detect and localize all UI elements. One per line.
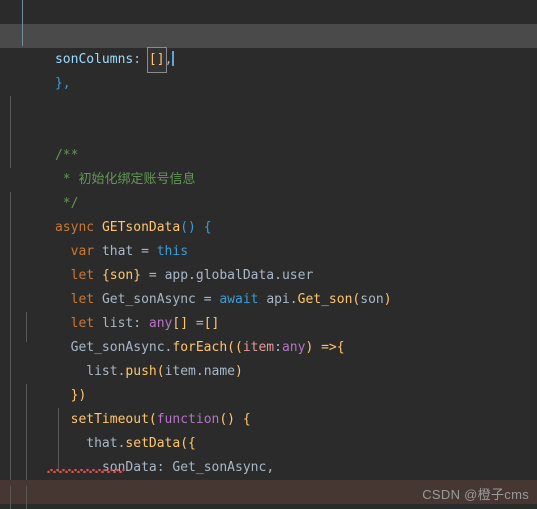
code-line[interactable]: Get_sonAsync.forEach((item:any) =>{ (0, 312, 537, 355)
code-line[interactable]: sonData: Get_sonAsync, (0, 432, 537, 475)
code-line[interactable]: * 初始化绑定账号信息 (0, 144, 537, 187)
code-line[interactable]: var that = this (0, 216, 537, 259)
code-line[interactable]: url: '', (0, 0, 537, 43)
code-line-blank[interactable] (0, 72, 537, 96)
code-line[interactable]: list.push(item.name) (0, 336, 537, 379)
code-line[interactable]: async GETsonData() { (0, 192, 537, 235)
code-line[interactable]: let {son} = app.globalData.user (0, 240, 537, 283)
code-editor[interactable]: url: '', sonColumns: [], }, /** * 初始化绑定账… (0, 0, 537, 509)
code-line[interactable]: /** (0, 120, 537, 163)
code-line-selected[interactable]: sonColumns: [], (0, 24, 537, 73)
error-squiggle-underline (47, 469, 125, 473)
code-line-blank[interactable] (0, 96, 537, 120)
code-line[interactable]: }) (0, 360, 537, 403)
code-line[interactable]: that.setData({ (0, 408, 537, 451)
code-line[interactable]: setTimeout(function() { (0, 384, 537, 427)
code-line[interactable]: */ (0, 168, 537, 211)
code-line[interactable]: let Get_sonAsync = await api.Get_son(son… (0, 264, 537, 307)
code-line[interactable]: let list: any[] =[] (0, 288, 537, 331)
code-surface[interactable]: url: '', sonColumns: [], }, /** * 初始化绑定账… (0, 0, 537, 509)
csdn-watermark: CSDN @橙子cms (422, 487, 529, 502)
code-line[interactable]: }, (0, 48, 537, 91)
code-line[interactable]: sonId: Get_sonAsync[0].id, (0, 456, 537, 499)
